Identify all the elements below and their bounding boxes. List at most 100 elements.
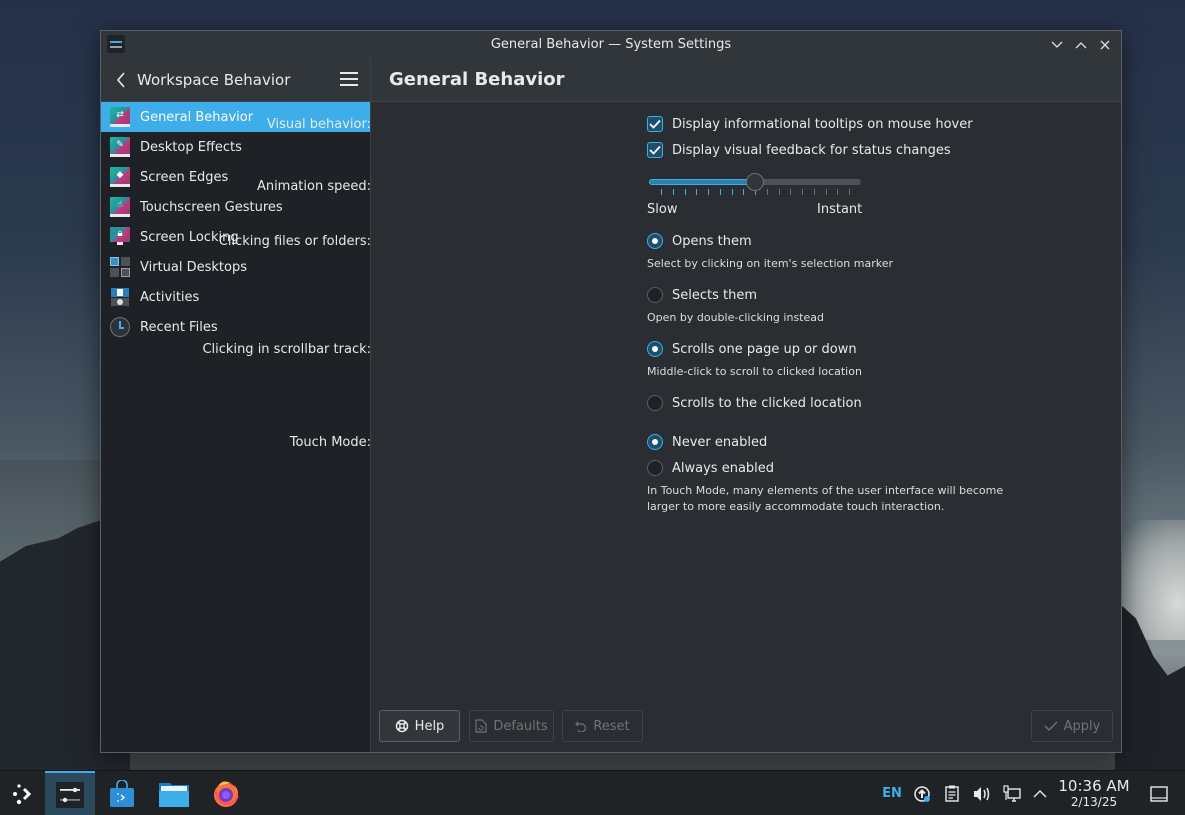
- sidebar-item-virtual-desktops[interactable]: Virtual Desktops: [101, 252, 370, 282]
- checkmark-icon: [1044, 721, 1058, 731]
- sidebar-item-desktop-effects[interactable]: ✎ Desktop Effects: [101, 132, 370, 162]
- network-button[interactable]: [1000, 771, 1024, 815]
- slider-tick: [672, 189, 674, 195]
- window-content: Workspace Behavior ⇄ General Behavior ✎ …: [101, 58, 1121, 752]
- selects-them-option[interactable]: Selects them: [647, 287, 757, 303]
- minimize-button[interactable]: [1047, 35, 1067, 55]
- desktop-effects-icon: ✎: [110, 137, 130, 157]
- status-feedback-checkbox-option[interactable]: Display visual feedback for status chang…: [647, 142, 951, 158]
- checkmark-icon: [649, 119, 661, 129]
- show-desktop-button[interactable]: [1146, 771, 1172, 815]
- general-behavior-icon: ⇄: [110, 107, 130, 127]
- window-titlebar[interactable]: General Behavior — System Settings: [101, 31, 1121, 58]
- taskbar-dolphin[interactable]: [152, 771, 196, 815]
- system-settings-icon: [56, 781, 84, 808]
- digital-clock[interactable]: 10:36 AM 2/13/25: [1058, 777, 1130, 810]
- slider-tick: [743, 189, 745, 195]
- slider-tick: [813, 189, 815, 195]
- slider-tick: [849, 189, 850, 195]
- sidebar-item-label: Activities: [140, 289, 200, 305]
- back-button[interactable]: [105, 58, 137, 102]
- update-notifier-button[interactable]: [910, 771, 934, 815]
- slider-tick: [802, 189, 803, 195]
- tooltips-checkbox-label: Display informational tooltips on mouse …: [672, 116, 973, 132]
- apply-button-label: Apply: [1063, 718, 1101, 734]
- slider-tick: [790, 189, 792, 195]
- opens-them-option[interactable]: Opens them: [647, 233, 752, 249]
- clock-time: 10:36 AM: [1058, 777, 1130, 795]
- sidebar-item-activities[interactable]: Activities: [101, 282, 370, 312]
- scrolls-to-location-label: Scrolls to the clicked location: [672, 395, 862, 411]
- sidebar-nav: ⇄ General Behavior ✎ Desktop Effects ◆ S…: [101, 102, 370, 342]
- touch-mode-hint-line2: larger to more easily accommodate touch …: [647, 500, 945, 513]
- show-desktop-icon: [1150, 785, 1168, 802]
- always-enabled-radio[interactable]: [647, 460, 663, 476]
- opens-them-radio[interactable]: [647, 233, 663, 249]
- tooltips-checkbox-option[interactable]: Display informational tooltips on mouse …: [647, 116, 973, 132]
- show-hidden-icons-button[interactable]: [1028, 771, 1052, 815]
- slider-tick: [731, 189, 733, 195]
- taskbar-system-settings[interactable]: [45, 771, 95, 815]
- scrolls-page-radio[interactable]: [647, 341, 663, 357]
- scrolls-to-location-option[interactable]: Scrolls to the clicked location: [647, 395, 862, 411]
- system-settings-app-icon[interactable]: [107, 35, 125, 53]
- apply-button[interactable]: Apply: [1031, 710, 1113, 742]
- virtual-desktops-icon: [110, 257, 130, 277]
- sidebar-item-label: Virtual Desktops: [140, 259, 247, 275]
- sidebar-item-label: Touchscreen Gestures: [140, 199, 283, 215]
- hamburger-menu-button[interactable]: [340, 72, 358, 86]
- hamburger-line: [340, 84, 358, 86]
- never-enabled-option[interactable]: Never enabled: [647, 434, 767, 450]
- chevron-up-icon: [1033, 790, 1047, 798]
- document-revert-icon: [475, 719, 487, 733]
- keyboard-layout-indicator[interactable]: EN: [880, 771, 904, 815]
- opens-them-label: Opens them: [672, 233, 752, 249]
- volume-button[interactable]: [970, 771, 994, 815]
- status-feedback-checkbox-label: Display visual feedback for status chang…: [672, 142, 951, 158]
- application-launcher-button[interactable]: [0, 771, 44, 815]
- reset-button[interactable]: Reset: [562, 710, 643, 742]
- scrolls-page-option[interactable]: Scrolls one page up or down: [647, 341, 857, 357]
- sidebar-item-recent-files[interactable]: Recent Files: [101, 312, 370, 342]
- taskbar-discover[interactable]: [100, 771, 144, 815]
- launcher-icon: [13, 783, 32, 804]
- taskbar-firefox[interactable]: [204, 771, 248, 815]
- main-panel: General Behavior Visual behavior: Displa…: [202, 58, 1121, 752]
- hamburger-line: [340, 72, 358, 74]
- window-title: General Behavior — System Settings: [490, 37, 732, 52]
- always-enabled-option[interactable]: Always enabled: [647, 460, 774, 476]
- selects-them-radio[interactable]: [647, 287, 663, 303]
- slider-handle[interactable]: [746, 173, 764, 191]
- help-button[interactable]: Help: [379, 710, 460, 742]
- folder-icon: [159, 782, 189, 807]
- taskbar: EN 10:36 AM 2/13/25: [0, 770, 1185, 815]
- scrollbar-track-label: Clicking in scrollbar track:: [202, 342, 371, 357]
- defaults-button[interactable]: Defaults: [469, 710, 554, 742]
- close-icon: [1100, 40, 1110, 49]
- slider-tick: [661, 189, 662, 195]
- defaults-button-label: Defaults: [493, 718, 548, 734]
- clipboard-button[interactable]: [940, 771, 964, 815]
- slider-min-label: Slow: [647, 202, 678, 217]
- sidebar-item-touchscreen-gestures[interactable]: ☝ Touchscreen Gestures: [101, 192, 370, 222]
- sidebar-item-label: Recent Files: [140, 319, 218, 335]
- maximize-button[interactable]: [1071, 35, 1091, 55]
- animation-speed-slider[interactable]: [649, 173, 861, 204]
- speaker-icon: [974, 786, 990, 801]
- screen-locking-icon: 🔒︎: [110, 227, 130, 247]
- touch-mode-hint-line1: In Touch Mode, many elements of the user…: [647, 484, 1004, 497]
- status-feedback-checkbox[interactable]: [647, 142, 663, 158]
- sidebar-item-label: Screen Edges: [140, 169, 229, 185]
- system-settings-window: General Behavior — System Settings Works…: [100, 30, 1122, 753]
- opens-them-hint: Select by clicking on item's selection m…: [647, 257, 893, 270]
- animation-speed-label: Animation speed:: [256, 179, 371, 194]
- scrolls-page-hint: Middle-click to scroll to clicked locati…: [647, 365, 862, 378]
- scrolls-to-location-radio[interactable]: [647, 395, 663, 411]
- discover-store-icon: [110, 779, 134, 807]
- never-enabled-radio[interactable]: [647, 434, 663, 450]
- tooltips-checkbox[interactable]: [647, 116, 663, 132]
- close-button[interactable]: [1095, 35, 1115, 55]
- dialog-footer: Help Defaults Reset Apply: [371, 700, 1121, 752]
- selects-them-label: Selects them: [672, 287, 758, 303]
- chevron-up-icon: [1075, 41, 1087, 48]
